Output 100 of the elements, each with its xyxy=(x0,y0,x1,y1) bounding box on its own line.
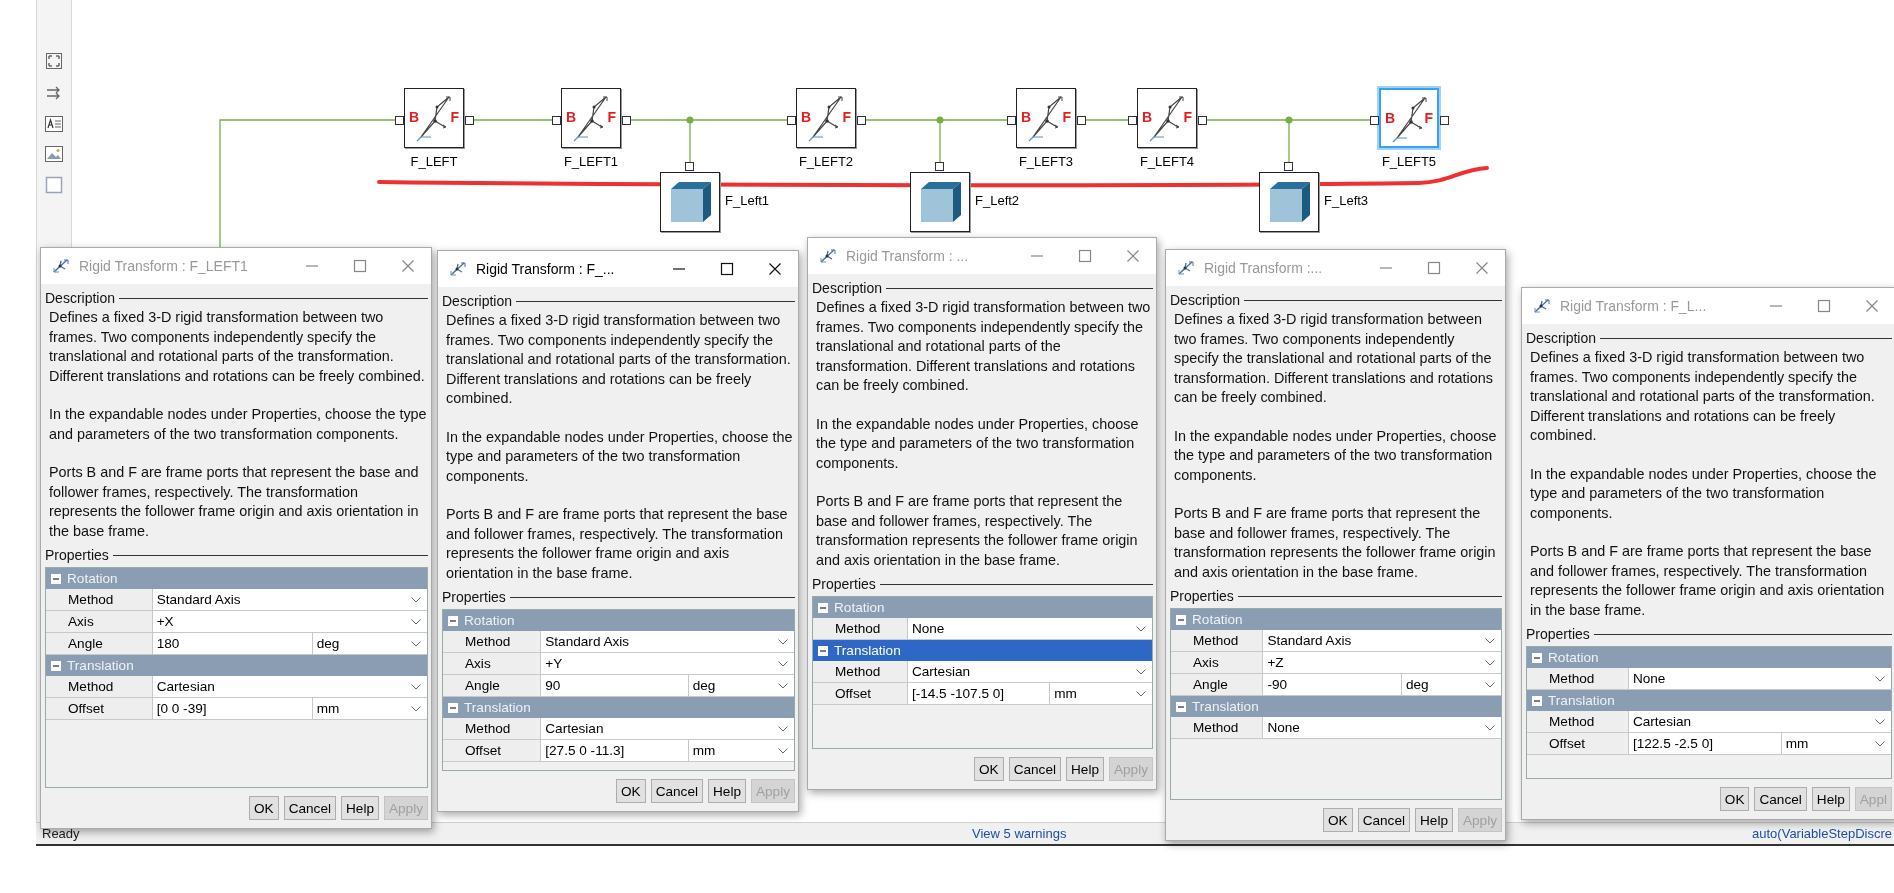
block-label: F_LEFT3 xyxy=(1017,154,1075,169)
input-field[interactable]: -90 xyxy=(1263,674,1402,695)
dropdown-field[interactable]: None xyxy=(1628,668,1891,689)
dropdown-field[interactable]: Cartesian xyxy=(907,661,1152,682)
transform-block[interactable]: B F xyxy=(404,88,464,148)
unit-dropdown[interactable]: mm xyxy=(688,740,794,761)
port-icon xyxy=(685,162,694,171)
dialog-button[interactable]: Help xyxy=(341,796,379,820)
dropdown-field[interactable]: Cartesian xyxy=(541,718,794,739)
port-label: B xyxy=(409,109,420,125)
collapse-icon[interactable] xyxy=(448,702,458,713)
port-icon xyxy=(465,116,474,125)
annotation-icon[interactable] xyxy=(45,116,63,132)
unit-dropdown[interactable]: mm xyxy=(1781,733,1891,754)
dialog-button[interactable]: Cancel xyxy=(1357,808,1410,832)
transform-block[interactable]: B F xyxy=(796,88,856,148)
window-title: Rigid Transform : F_L... xyxy=(1560,298,1708,314)
dialog-button[interactable]: Cancel xyxy=(650,779,703,803)
input-field[interactable]: [27.5 0 -11.3] xyxy=(541,740,689,761)
input-field[interactable]: 180 xyxy=(152,633,313,654)
collapse-icon[interactable] xyxy=(818,645,828,656)
description-paragraph: Defines a fixed 3-D rigid transformation between two frames. Two components independently specify the translational and rotational parts of the transformation. Different translations and rotations can be freely combined. xyxy=(49,308,426,386)
chevron-down-icon xyxy=(777,682,788,689)
dropdown-field[interactable]: Standard Axis xyxy=(152,589,427,610)
chevron-down-icon xyxy=(777,747,788,754)
chevron-down-icon xyxy=(1874,675,1885,682)
chevron-down-icon xyxy=(1135,690,1146,697)
description-paragraph: In the expandable nodes under Properties, choose the type and parameters of the two transformation components. xyxy=(1174,426,1498,485)
solid-block[interactable] xyxy=(910,172,970,232)
dialog-button[interactable]: Cancel xyxy=(1008,757,1061,781)
collapse-icon[interactable] xyxy=(1532,695,1542,706)
transform-block[interactable]: B F xyxy=(1016,88,1076,148)
transform-icon xyxy=(1176,259,1196,277)
dropdown-field[interactable]: Cartesian xyxy=(152,676,427,697)
solid-block[interactable] xyxy=(1259,172,1319,232)
description-paragraph: In the expandable nodes under Properties, choose the type and parameters of the two transformation components. xyxy=(816,414,1140,473)
description-paragraph: In the expandable nodes under Properties, choose the type and parameters of the two transformation components. xyxy=(446,427,794,486)
dialog-button[interactable]: OK xyxy=(616,779,646,803)
description-paragraph: Ports B and F are frame ports that represent the base and follower frames, respectively. The transformation represents the follower frame origin and axis orientation in the base frame. xyxy=(1530,542,1886,620)
dialog-button[interactable]: Help xyxy=(1811,787,1850,811)
collapse-icon[interactable] xyxy=(51,660,61,671)
close-icon[interactable] xyxy=(768,262,782,276)
dropdown-field[interactable]: Cartesian xyxy=(1628,711,1891,732)
transform-block[interactable]: B F xyxy=(561,88,621,148)
unit-dropdown[interactable]: deg xyxy=(312,633,427,654)
dropdown-field[interactable]: +Z xyxy=(1263,652,1501,673)
input-field[interactable]: [0 0 -39] xyxy=(152,698,313,719)
port-label: B xyxy=(566,109,577,125)
input-field[interactable]: 90 xyxy=(541,675,689,696)
collapse-icon[interactable] xyxy=(1532,652,1542,663)
dialog-button[interactable]: OK xyxy=(249,796,279,820)
unit-dropdown[interactable]: deg xyxy=(688,675,794,696)
maximize-icon[interactable] xyxy=(720,262,734,276)
dialog-button[interactable]: Help xyxy=(1066,757,1104,781)
port-label: F xyxy=(607,109,616,125)
collapse-icon[interactable] xyxy=(1176,701,1186,712)
dropdown-field[interactable]: Standard Axis xyxy=(1263,630,1501,651)
transform-block[interactable]: B F xyxy=(1137,88,1197,148)
group-heading: Description xyxy=(812,279,883,298)
dialog-button[interactable]: OK xyxy=(974,757,1004,781)
dropdown-field[interactable]: None xyxy=(907,618,1152,639)
collapse-icon[interactable] xyxy=(51,573,61,584)
section-header[interactable]: Translation xyxy=(813,640,1152,661)
collapse-icon[interactable] xyxy=(818,602,828,613)
input-field[interactable]: [-14.5 -107.5 0] xyxy=(907,683,1051,704)
port-label: F xyxy=(1424,110,1433,126)
image-icon[interactable] xyxy=(45,146,63,162)
dialog-button[interactable]: OK xyxy=(1719,787,1750,811)
unit-dropdown[interactable]: mm xyxy=(312,698,427,719)
chevron-down-icon xyxy=(1485,724,1495,731)
port-icon xyxy=(552,116,561,125)
dropdown-field[interactable]: +Y xyxy=(541,653,794,674)
solver-link[interactable]: auto(VariableStepDiscre xyxy=(1752,826,1894,841)
dialog-button[interactable]: Cancel xyxy=(1754,787,1807,811)
junction-dot xyxy=(936,116,944,124)
collapse-icon[interactable] xyxy=(1176,614,1186,625)
chevron-down-icon xyxy=(411,683,421,690)
dropdown-field[interactable]: Standard Axis xyxy=(541,631,794,652)
dialog-button[interactable]: OK xyxy=(1323,808,1353,832)
unit-dropdown[interactable]: mm xyxy=(1050,683,1152,704)
transform-block[interactable]: B F xyxy=(1379,88,1439,148)
square-icon[interactable] xyxy=(45,176,63,194)
solid-block[interactable] xyxy=(660,172,720,232)
chevron-down-icon xyxy=(1135,668,1146,675)
warnings-link[interactable]: View 5 warnings xyxy=(972,826,1067,841)
dialog-button[interactable]: Help xyxy=(1415,808,1453,832)
block-label: F_Left3 xyxy=(1324,193,1369,208)
description-paragraph: Defines a fixed 3-D rigid transformation between two frames. Two components independently specify the translational and rotational parts of the transformation. Different translations and rotations can be freely combined. xyxy=(1174,310,1494,407)
collapse-icon[interactable] xyxy=(448,615,458,626)
unit-dropdown[interactable]: deg xyxy=(1402,674,1501,695)
chevron-down-icon xyxy=(411,596,421,603)
port-label: F xyxy=(1183,109,1192,125)
transform-icon xyxy=(1532,297,1552,315)
dialog-button[interactable]: Cancel xyxy=(283,796,336,820)
fit-view-icon[interactable] xyxy=(45,52,63,70)
dropdown-field[interactable]: None xyxy=(1263,717,1501,738)
input-field[interactable]: [122.5 -2.5 0] xyxy=(1628,733,1782,754)
port-label: F xyxy=(450,109,459,125)
dropdown-field[interactable]: +X xyxy=(152,611,427,632)
dialog-button[interactable]: Help xyxy=(708,779,746,803)
